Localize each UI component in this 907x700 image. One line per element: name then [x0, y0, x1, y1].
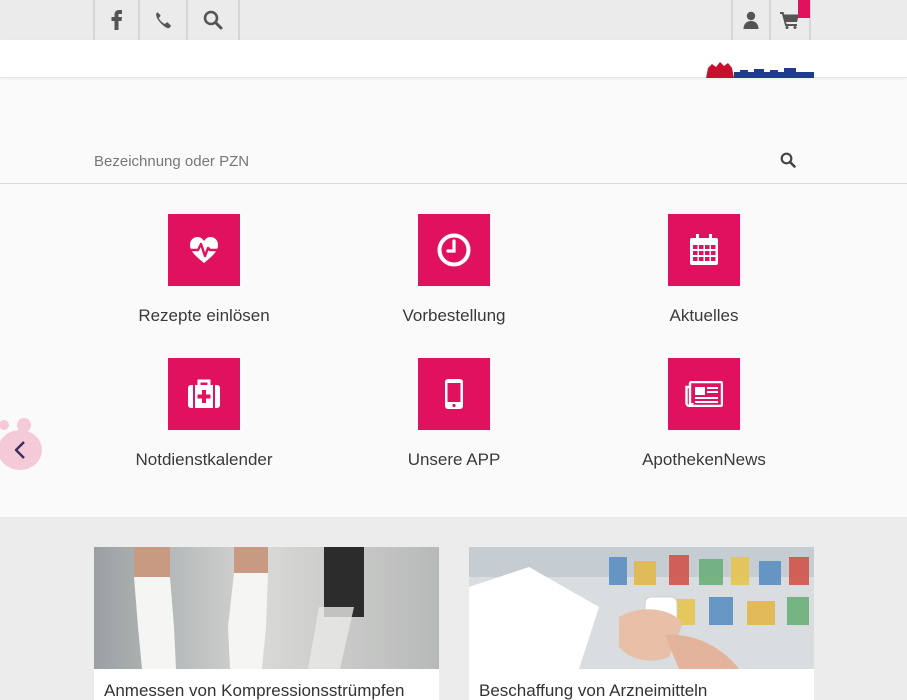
cart-badge	[798, 0, 810, 18]
tile-aktuelles[interactable]: Aktuelles	[594, 214, 814, 326]
tile-rezepte[interactable]: Rezepte einlösen	[94, 214, 314, 326]
tile-notdienstkalender[interactable]: Notdienstkalender	[94, 358, 314, 470]
medkit-icon	[188, 379, 220, 408]
tile-icon-box	[418, 214, 490, 286]
tile-vorbestellung[interactable]: Vorbestellung	[344, 214, 564, 326]
phone-icon	[156, 12, 171, 29]
service-tiles: Rezepte einlösen Vorbestellung Aktuelles…	[0, 184, 907, 517]
mobile-icon	[445, 379, 463, 409]
tile-icon-box	[418, 358, 490, 430]
card-title: Anmessen von Kompressionsstrümpfen	[104, 681, 405, 700]
user-icon	[743, 11, 759, 29]
tile-apothekennews[interactable]: ApothekenNews	[594, 358, 814, 470]
search-toggle-button[interactable]	[186, 0, 240, 40]
tile-icon-box	[168, 214, 240, 286]
card-image	[469, 547, 814, 669]
tile-label: Vorbestellung	[402, 306, 506, 325]
tile-label: Unsere APP	[407, 450, 501, 469]
heartbeat-icon	[189, 237, 219, 263]
cart-icon	[780, 12, 799, 29]
feature-section: Anmessen von Kompressionsstrümpfen Besch…	[0, 517, 907, 700]
phone-button[interactable]	[138, 0, 186, 40]
tile-label: ApothekenNews	[642, 450, 766, 469]
tile-icon-box	[168, 358, 240, 430]
search-submit-button[interactable]	[780, 152, 800, 172]
pharmacy-logo[interactable]	[704, 60, 814, 78]
search-icon	[203, 10, 223, 30]
tile-label: Rezepte einlösen	[138, 306, 270, 325]
search-bar	[0, 138, 907, 184]
chevron-left-icon	[14, 441, 25, 459]
top-bar	[0, 0, 907, 40]
search-input[interactable]	[94, 148, 774, 174]
carousel-prev-button[interactable]	[0, 430, 42, 470]
tile-label: Aktuelles	[669, 306, 739, 325]
account-button[interactable]	[731, 0, 769, 40]
tile-label: Notdienstkalender	[135, 450, 273, 469]
tile-icon-box	[668, 214, 740, 286]
tile-icon-box	[668, 358, 740, 430]
tile-app[interactable]: Unsere APP	[344, 358, 564, 470]
facebook-icon	[111, 10, 122, 30]
calendar-icon	[690, 234, 718, 265]
card-title: Beschaffung von Arzneimitteln	[479, 681, 708, 700]
card-arzneimittel[interactable]: Beschaffung von Arzneimitteln	[469, 547, 814, 700]
clock-icon	[437, 233, 471, 267]
card-kompressionsstruempfe[interactable]: Anmessen von Kompressionsstrümpfen	[94, 547, 439, 700]
facebook-button[interactable]	[93, 0, 138, 40]
search-icon	[780, 152, 796, 168]
card-image	[94, 547, 439, 669]
newspaper-icon	[685, 381, 723, 407]
